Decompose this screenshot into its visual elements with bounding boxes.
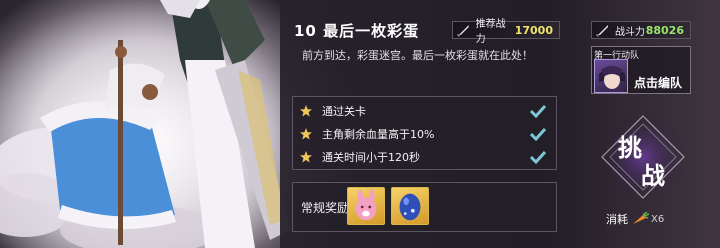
team-power: 战斗力 88026: [591, 21, 691, 39]
star-icon: [300, 151, 312, 163]
challenge-cost: 消耗 X6: [606, 211, 664, 227]
challenge-char-1: 挑: [618, 134, 642, 162]
cost-label: 消耗: [606, 213, 628, 226]
challenge-button[interactable]: 挑 战: [588, 112, 698, 202]
stage-description: 前方到达，彩蛋迷宫。最后一枚彩蛋就在此处！: [302, 49, 533, 62]
star-icon: [300, 128, 312, 140]
objectives-panel: 通过关卡 主角剩余血量高于10% 通关时间小于120秒: [292, 96, 557, 170]
sword-icon: [596, 25, 608, 37]
challenge-char-2: 战: [641, 162, 665, 190]
reward-item[interactable]: [347, 187, 385, 225]
stage-title: 10 最后一枚彩蛋: [294, 22, 420, 40]
objective-text: 通关时间小于120秒: [322, 151, 420, 164]
objective-row: 通过关卡: [293, 101, 556, 121]
team-edit-button[interactable]: 第一行动队 点击编队: [591, 46, 691, 94]
blue-egg-icon: [399, 193, 421, 221]
sword-icon: [456, 25, 469, 37]
team-action-label: 点击编队: [634, 76, 683, 90]
rewards-label: 常规奖励: [301, 201, 350, 215]
character-artwork: [0, 0, 290, 248]
objective-text: 通过关卡: [322, 105, 366, 118]
check-icon: [530, 150, 546, 164]
team-power-label: 战斗力: [615, 26, 645, 38]
recommended-power-label: 推荐战力: [475, 19, 506, 45]
carrot-icon: [633, 212, 649, 224]
check-icon: [530, 127, 546, 141]
star-icon: [300, 105, 312, 117]
recommended-power-value: 17000: [514, 23, 553, 37]
cost-quantity: X6: [651, 213, 665, 225]
objective-row: 主角剩余血量高于10%: [293, 124, 556, 144]
recommended-power: 推荐战力 17000: [452, 19, 560, 45]
team-power-value: 88026: [645, 23, 684, 37]
rewards-panel: 常规奖励: [292, 182, 557, 232]
reward-item[interactable]: [391, 187, 429, 225]
objective-text: 主角剩余血量高于10%: [322, 128, 435, 141]
leader-avatar: [594, 59, 628, 93]
challenge-emblem: 挑 战: [599, 113, 687, 201]
objective-row: 通关时间小于120秒: [293, 147, 556, 167]
pink-rabbit-egg-icon: [355, 189, 377, 221]
check-icon: [530, 104, 546, 118]
